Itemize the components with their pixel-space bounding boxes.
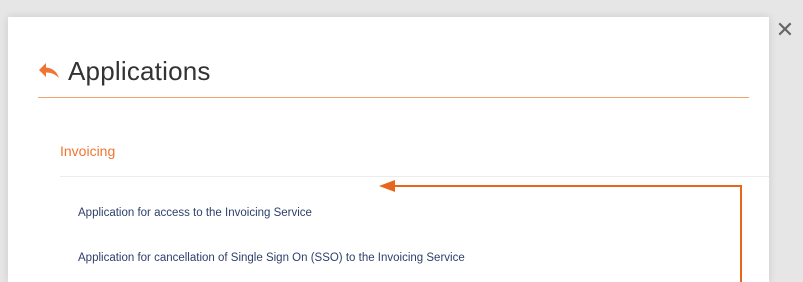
section-title-invoicing: Invoicing (60, 143, 116, 159)
application-link-access[interactable]: Application for access to the Invoicing … (78, 207, 312, 219)
applications-modal: Applications Invoicing Application for a… (8, 17, 769, 282)
header-divider (38, 97, 749, 98)
close-icon: ✕ (775, 17, 795, 42)
modal-header: Applications (38, 51, 211, 91)
application-link-cancellation-sso[interactable]: Application for cancellation of Single S… (78, 252, 465, 264)
back-arrow-icon[interactable] (38, 62, 60, 80)
close-button[interactable]: ✕ (774, 19, 796, 41)
page-title: Applications (68, 55, 211, 86)
section-divider (60, 176, 769, 177)
